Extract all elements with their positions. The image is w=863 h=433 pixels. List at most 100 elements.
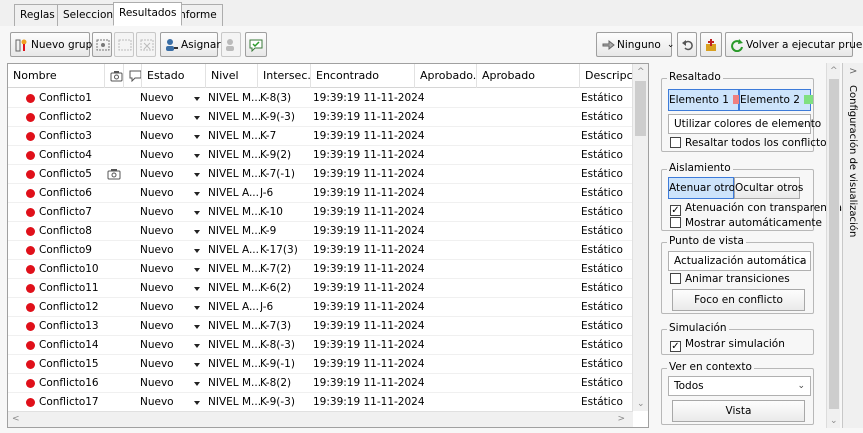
- new-group-button[interactable]: Nuevo grupo: [10, 32, 99, 57]
- tab-reglas[interactable]: Reglas: [14, 4, 61, 26]
- table-row[interactable]: Conflicto9 Nuevo NIVEL A... K-17(3) 19:39:19…: [8, 241, 633, 260]
- tab-resultados[interactable]: Resultados: [113, 2, 183, 26]
- scroll-down-icon[interactable]: ⌄: [637, 399, 645, 409]
- col-nombre[interactable]: Nombre: [8, 64, 105, 88]
- none-dropdown[interactable]: Ninguno ⌄: [596, 32, 675, 57]
- transparency-dimming-checkbox[interactable]: ✓ Atenuación con transparencia: [670, 202, 842, 216]
- table-row[interactable]: Conflicto16 Nuevo NIVEL M... K-8(2) 19:39:19…: [8, 374, 633, 393]
- status-dot-icon: [26, 322, 35, 331]
- auto-show-checkbox[interactable]: Mostrar automáticamente: [670, 217, 822, 230]
- hide-others-button[interactable]: Ocultar otros: [734, 177, 803, 199]
- table-row[interactable]: Conflicto17 Nuevo NIVEL M... K-9(-3) 19:39:1…: [8, 393, 633, 411]
- rerun-test-button[interactable]: Volver a ejecutar prueba: [725, 32, 863, 57]
- remove-from-group-button[interactable]: [136, 32, 156, 57]
- status-dot-icon: [26, 132, 35, 141]
- table-row[interactable]: Conflicto13 Nuevo NIVEL M... K-7(3) 19:39:19…: [8, 317, 633, 336]
- element-2-button[interactable]: Elemento 2: [739, 89, 813, 111]
- status-dropdown-icon[interactable]: [194, 382, 200, 386]
- table-horizontal-scrollbar[interactable]: < >: [8, 411, 633, 427]
- status-dropdown-icon[interactable]: [194, 344, 200, 348]
- table-row[interactable]: Conflicto3 Nuevo NIVEL M... K-7 19:39:19 11-…: [8, 127, 633, 146]
- description-cell: Estático: [581, 358, 623, 370]
- status-dropdown-icon[interactable]: [194, 268, 200, 272]
- ungroup-button[interactable]: [114, 32, 134, 57]
- side-scroll-thumb[interactable]: [829, 79, 839, 409]
- unassign-button[interactable]: [221, 32, 241, 57]
- camera-icon: [110, 71, 123, 85]
- table-row[interactable]: Conflicto2 Nuevo NIVEL M... K-9(-3) 19:39:19…: [8, 108, 633, 127]
- table-row[interactable]: Conflicto1 Nuevo NIVEL M... K-8(3) 19:39:19 …: [8, 89, 633, 108]
- table-row[interactable]: Conflicto12 Nuevo NIVEL A... J-6 19:39:19 11…: [8, 298, 633, 317]
- view-button[interactable]: Vista: [672, 400, 805, 422]
- col-estado[interactable]: Estado: [142, 64, 206, 88]
- table-row[interactable]: Conflicto15 Nuevo NIVEL M... K-9(-1) 19:39:1…: [8, 355, 633, 374]
- scroll-right-icon[interactable]: >: [617, 414, 625, 424]
- table-row[interactable]: Conflicto5 Nuevo NIVEL M... K-7(-1) 19:39:19…: [8, 165, 633, 184]
- element-1-label: Elemento 1: [669, 94, 729, 106]
- viewpoint-combo[interactable]: Actualización automática ⌄: [668, 251, 811, 271]
- results-table[interactable]: Nombre Estado Nivel Intersec... Encontra…: [7, 63, 649, 428]
- status-dropdown-icon[interactable]: [194, 401, 200, 405]
- group-icon-button[interactable]: [92, 32, 112, 57]
- status-dropdown-icon[interactable]: [194, 249, 200, 253]
- assign-button[interactable]: Asignar: [160, 32, 221, 57]
- chevron-right-icon[interactable]: >: [849, 66, 857, 77]
- col-encontrado[interactable]: Encontrado: [311, 64, 415, 88]
- highlight-color-combo[interactable]: Utilizar colores de elemento ⌄: [668, 114, 821, 134]
- animate-transitions-checkbox[interactable]: Animar transiciones: [670, 273, 790, 286]
- scroll-left-icon[interactable]: <: [12, 414, 20, 424]
- undo-button[interactable]: [677, 32, 697, 57]
- refresh-icon: [730, 38, 744, 52]
- status-dot-icon: [26, 208, 35, 217]
- dim-others-button[interactable]: Atenuar otros: [668, 177, 741, 199]
- chevron-down-icon: ⌄: [666, 39, 675, 50]
- col-comment[interactable]: [124, 64, 142, 88]
- col-aprobado-por[interactable]: Aprobado...: [415, 64, 477, 88]
- comment-button[interactable]: [245, 32, 267, 57]
- table-row[interactable]: Conflicto10 Nuevo NIVEL M... K-7(2) 19:39:19…: [8, 260, 633, 279]
- status-dropdown-icon[interactable]: [194, 154, 200, 158]
- status-dropdown-icon[interactable]: [194, 230, 200, 234]
- col-descripcion[interactable]: Descripción: [580, 64, 633, 88]
- table-vertical-scrollbar[interactable]: ^ ⌄: [632, 64, 648, 411]
- description-cell: Estático: [581, 244, 623, 256]
- table-row[interactable]: Conflicto14 Nuevo NIVEL M... K-8(-3) 19:39:1…: [8, 336, 633, 355]
- table-row[interactable]: Conflicto6 Nuevo NIVEL A... J-6 19:39:19 11-…: [8, 184, 633, 203]
- none-label: Ninguno: [617, 38, 661, 51]
- col-aprobado[interactable]: Aprobado: [477, 64, 580, 88]
- status-dropdown-icon[interactable]: [194, 325, 200, 329]
- table-row[interactable]: Conflicto4 Nuevo NIVEL M... K-9(2) 19:39:19 …: [8, 146, 633, 165]
- status-dropdown-icon[interactable]: [194, 97, 200, 101]
- status-dropdown-icon[interactable]: [194, 116, 200, 120]
- highlight-all-checkbox[interactable]: Resaltar todos los conflictos: [670, 137, 832, 150]
- element-1-button[interactable]: Elemento 1: [668, 89, 742, 111]
- col-intersec[interactable]: Intersec...: [258, 64, 311, 88]
- show-simulation-checkbox[interactable]: ✓ Mostrar simulación: [670, 338, 785, 352]
- status-dropdown-icon[interactable]: [194, 173, 200, 177]
- conflict-name: Conflicto10: [39, 263, 99, 275]
- focus-conflict-button[interactable]: Foco en conflicto: [672, 289, 805, 311]
- display-settings-side-tab[interactable]: > Configuración de visualización: [842, 63, 863, 428]
- status-dropdown-icon[interactable]: [194, 287, 200, 291]
- status-dropdown-icon[interactable]: [194, 306, 200, 310]
- status-dropdown-icon[interactable]: [194, 135, 200, 139]
- scroll-up-icon[interactable]: ^: [830, 66, 838, 76]
- side-panel-scrollbar[interactable]: ^ ⌄: [826, 63, 840, 428]
- intersection-cell: K-10: [260, 206, 283, 218]
- table-row[interactable]: Conflicto7 Nuevo NIVEL M... K-10 19:39:19 11…: [8, 203, 633, 222]
- table-row[interactable]: Conflicto8 Nuevo NIVEL M... K-9 19:39:19 11-…: [8, 222, 633, 241]
- status-dropdown-icon[interactable]: [194, 211, 200, 215]
- col-camera[interactable]: [105, 64, 124, 88]
- col-nivel[interactable]: Nivel: [206, 64, 258, 88]
- table-row[interactable]: Conflicto11 Nuevo NIVEL M... K-6(2) 19:39:19…: [8, 279, 633, 298]
- show-simulation-label: Mostrar simulación: [685, 338, 785, 350]
- scroll-thumb[interactable]: [635, 81, 646, 136]
- scroll-down-icon[interactable]: ⌄: [830, 416, 838, 426]
- conflict-name: Conflicto7: [39, 206, 92, 218]
- status-dropdown-icon[interactable]: [194, 192, 200, 196]
- undo-icon: [681, 38, 695, 52]
- settings-button[interactable]: [700, 32, 722, 57]
- context-combo[interactable]: Todos ⌄: [668, 376, 811, 396]
- status-dropdown-icon[interactable]: [194, 363, 200, 367]
- scroll-up-icon[interactable]: ^: [637, 67, 645, 77]
